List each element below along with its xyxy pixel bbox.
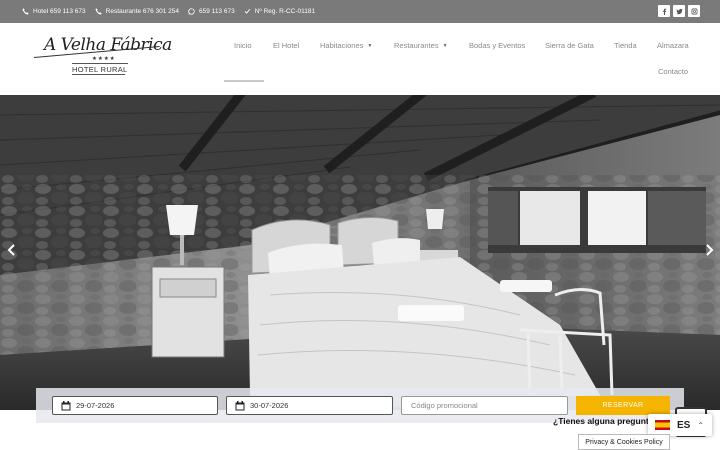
reserve-button-label: RESERVAR — [602, 402, 644, 409]
nav-restaurantes[interactable]: Restaurantes ▼ — [394, 41, 448, 50]
registration-text: Nº Reg. R-CC-01181 — [254, 8, 316, 15]
hotel-logo[interactable]: A Velha Fábrica ★★★★ HOTEL RURAL — [33, 35, 172, 79]
chat-question-text[interactable]: ¿Tienes alguna pregunta? — [553, 416, 653, 426]
nav-tienda[interactable]: Tienda — [614, 41, 637, 50]
facebook-icon — [662, 8, 666, 15]
nav-inicio[interactable]: Inicio — [234, 41, 252, 50]
nav-sierra-de-gata[interactable]: Sierra de Gata — [545, 41, 594, 50]
restaurant-phone-text: Restaurante 676 301 254 — [105, 8, 180, 15]
logo-stars: ★★★★ — [92, 56, 116, 62]
restaurant-phone[interactable]: Restaurante 676 301 254 — [95, 8, 179, 15]
instagram-link[interactable] — [688, 5, 700, 17]
nav-tienda-label: Tienda — [614, 41, 637, 50]
facebook-link[interactable] — [658, 5, 670, 17]
privacy-cookies-label: Privacy & Cookies Policy — [585, 438, 663, 446]
nav-sierra-de-gata-label: Sierra de Gata — [545, 41, 594, 50]
contact-info: Hotel 659 113 673 Restaurante 676 301 25… — [22, 0, 315, 23]
phone-icon — [95, 8, 102, 15]
privacy-cookies-button[interactable]: Privacy & Cookies Policy — [578, 434, 670, 450]
hotel-phone[interactable]: Hotel 659 113 673 — [22, 8, 86, 15]
instagram-icon — [691, 8, 697, 14]
nav-restaurantes-label: Restaurantes — [394, 41, 439, 50]
whatsapp-text: 659 113 673 — [199, 8, 235, 15]
language-selector[interactable]: ES ⌃ — [648, 414, 712, 436]
nav-el-hotel[interactable]: El Hotel — [273, 41, 299, 50]
calendar-icon — [61, 400, 71, 410]
chevron-right-icon — [706, 244, 714, 256]
nav-almazara[interactable]: Almazara — [657, 41, 689, 50]
checkin-date-value: 29-07-2026 — [76, 401, 115, 410]
logo-subtitle-rule — [72, 74, 125, 75]
slider-next-arrow[interactable] — [703, 243, 715, 257]
whatsapp-icon — [188, 8, 195, 15]
nav-habitaciones-label: Habitaciones — [320, 41, 364, 50]
nav-bodas-eventos-label: Bodas y Eventos — [469, 41, 526, 50]
nav-contacto[interactable]: Contacto — [658, 67, 688, 76]
logo-script: A Velha Fábrica — [44, 35, 172, 55]
nav-active-indicator — [224, 80, 264, 82]
nav-almazara-label: Almazara — [657, 41, 689, 50]
nav-contacto-label: Contacto — [658, 67, 689, 76]
chevron-down-icon: ▼ — [367, 43, 373, 49]
checkout-date-value: 30-07-2026 — [250, 401, 289, 410]
top-bar: Hotel 659 113 673 Restaurante 676 301 25… — [0, 0, 720, 23]
nav-bodas-eventos[interactable]: Bodas y Eventos — [469, 41, 525, 50]
check-icon — [244, 8, 251, 14]
hero-bedroom-photo — [0, 95, 720, 410]
chevron-left-icon — [7, 244, 15, 256]
twitter-icon — [675, 8, 683, 14]
checkin-date-field[interactable]: 29-07-2026 — [52, 396, 218, 415]
nav-inicio-label: Inicio — [234, 41, 252, 50]
nav-el-hotel-label: El Hotel — [273, 41, 300, 50]
chevron-down-icon: ▼ — [442, 43, 448, 49]
checkout-date-field[interactable]: 30-07-2026 — [226, 396, 393, 415]
logo-subtitle: HOTEL RURAL — [72, 63, 128, 74]
twitter-link[interactable] — [673, 5, 685, 17]
calendar-icon — [235, 400, 245, 410]
hotel-phone-text: Hotel 659 113 673 — [33, 8, 86, 15]
spain-flag-icon — [655, 420, 670, 430]
promo-code-input[interactable]: Código promocional — [401, 396, 568, 415]
registration-number: Nº Reg. R-CC-01181 — [244, 8, 315, 15]
language-code: ES — [677, 419, 691, 431]
site-header: A Velha Fábrica ★★★★ HOTEL RURAL Inicio … — [0, 23, 720, 95]
hero-slider — [0, 95, 720, 410]
phone-icon — [22, 8, 29, 15]
reserve-button[interactable]: RESERVAR — [576, 396, 670, 415]
slider-prev-arrow[interactable] — [6, 243, 18, 257]
chevron-up-icon: ⌃ — [697, 420, 705, 430]
social-links — [658, 5, 700, 17]
nav-habitaciones[interactable]: Habitaciones ▼ — [320, 41, 372, 50]
promo-code-placeholder: Código promocional — [411, 401, 478, 410]
whatsapp-contact[interactable]: 659 113 673 — [188, 8, 235, 15]
